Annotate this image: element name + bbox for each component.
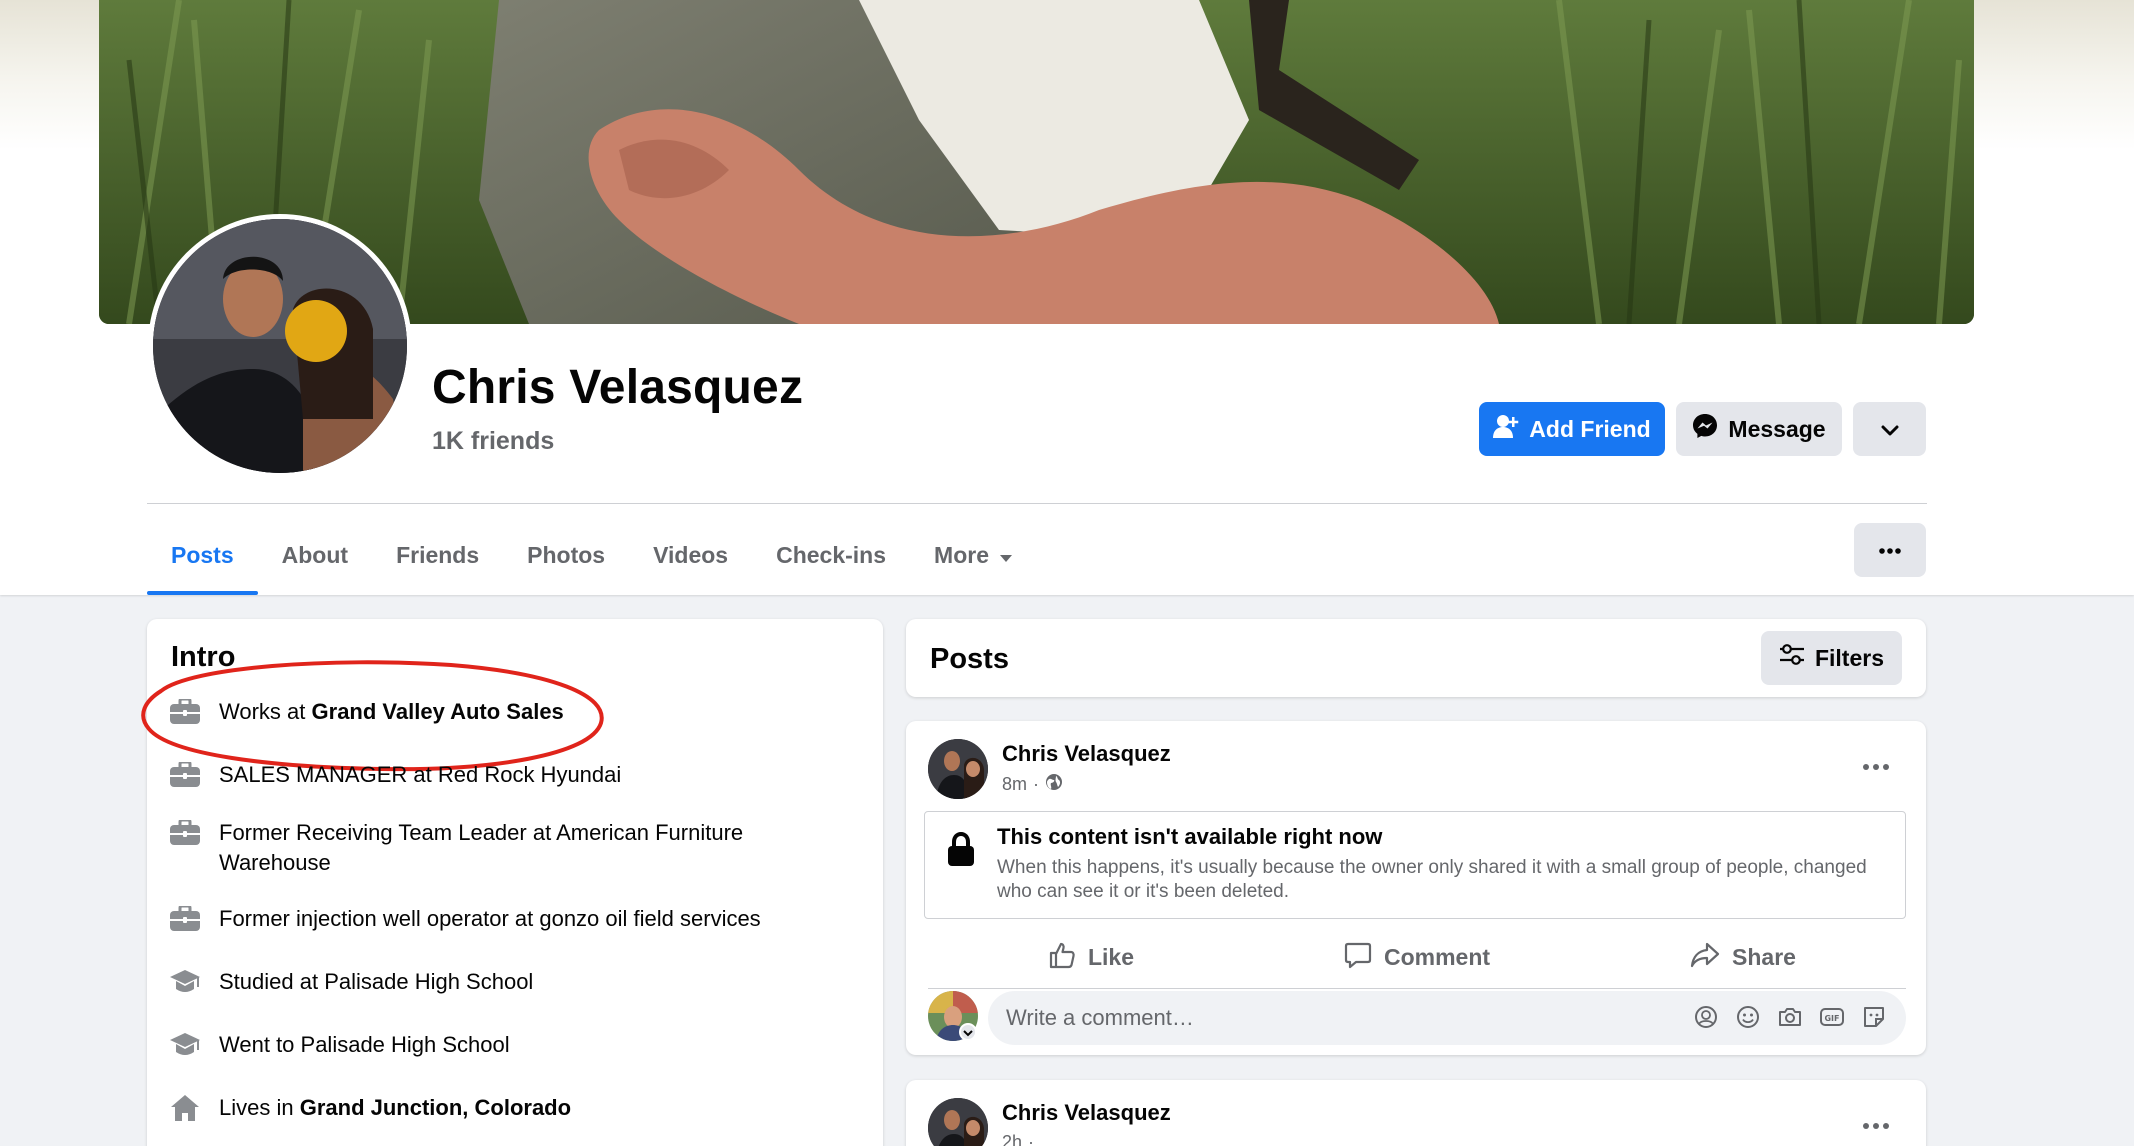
intro-item-education: Studied at Palisade High School <box>169 967 809 997</box>
tab-posts[interactable]: Posts <box>147 515 258 595</box>
ellipsis-icon <box>1863 1116 1889 1134</box>
filters-label: Filters <box>1814 644 1884 671</box>
posts-header-card: Posts Filters <box>906 619 1926 697</box>
briefcase-icon <box>169 904 201 934</box>
briefcase-icon <box>169 818 201 848</box>
highlight-circle <box>141 660 604 772</box>
intro-card: Intro Works at Grand Valley Auto Sales S… <box>141 619 883 1146</box>
tab-friends[interactable]: Friends <box>372 515 503 595</box>
emoji-icon[interactable] <box>1734 1003 1762 1031</box>
share-button[interactable]: Share <box>1580 927 1906 988</box>
tab-label: Friends <box>396 541 480 568</box>
post-card: Chris Velasquez 2h · <box>906 1080 1926 1146</box>
like-button[interactable]: Like <box>928 927 1254 988</box>
post-author-name[interactable]: Chris Velasquez <box>1002 1100 1171 1126</box>
message-label: Message <box>1728 415 1826 442</box>
comment-input[interactable]: Write a comment… GIF <box>988 991 1906 1045</box>
messenger-icon <box>1692 413 1718 445</box>
profile-avatar[interactable] <box>148 214 412 478</box>
unavailable-title: This content isn't available right now <box>997 824 1383 849</box>
sticker-icon[interactable] <box>1860 1003 1888 1031</box>
intro-item-location: Lives in Grand Junction, Colorado <box>169 1093 809 1123</box>
profile-tabs: Posts About Friends Photos Videos Check-… <box>147 515 1037 595</box>
intro-item-work: Former Receiving Team Leader at American… <box>169 818 809 878</box>
post-meta: 8m · <box>1002 773 1063 796</box>
intro-item-text: SALES MANAGER at Red Rock Hyundai <box>219 762 622 787</box>
intro-item-work: SALES MANAGER at Red Rock Hyundai <box>169 760 809 790</box>
gif-icon[interactable]: GIF <box>1818 1003 1846 1031</box>
message-button[interactable]: Message <box>1676 402 1842 456</box>
separator-dot: · <box>1028 1132 1035 1146</box>
header-divider <box>147 503 1927 504</box>
tab-label: About <box>281 541 349 568</box>
unavailable-body: When this happens, it's usually because … <box>997 857 1867 902</box>
like-label: Like <box>1087 944 1135 970</box>
add-friend-label: Add Friend <box>1529 415 1651 442</box>
comment-button[interactable]: Comment <box>1254 927 1580 988</box>
intro-item-education: Went to Palisade High School <box>169 1030 809 1060</box>
comment-tools: GIF <box>1692 1003 1888 1031</box>
unavailable-content: This content isn't available right now W… <box>924 811 1906 919</box>
post-card: Chris Velasquez 8m · This content isn't … <box>906 721 1926 1055</box>
ellipsis-icon <box>1863 757 1889 775</box>
ellipsis-icon <box>1879 541 1901 559</box>
tab-label: More <box>934 541 989 568</box>
tab-label: Videos <box>653 541 729 568</box>
tab-label: Posts <box>171 541 234 568</box>
thumbs-up-icon <box>1048 941 1076 975</box>
friends-count[interactable]: 1K friends <box>432 427 554 456</box>
add-friend-button[interactable]: Add Friend <box>1479 402 1665 456</box>
intro-item-text: Former Receiving Team Leader at American… <box>219 820 744 875</box>
tab-photos[interactable]: Photos <box>503 515 629 595</box>
caret-down-icon <box>999 542 1013 569</box>
tab-more[interactable]: More <box>910 515 1037 595</box>
briefcase-icon <box>169 760 201 790</box>
avatar-sticker-icon[interactable] <box>1692 1003 1720 1031</box>
posts-title: Posts <box>930 643 1009 675</box>
intro-item-text: Lives in Grand Junction, Colorado <box>219 1093 571 1123</box>
home-icon <box>169 1093 201 1123</box>
more-options-button[interactable] <box>1854 523 1926 577</box>
share-label: Share <box>1732 944 1796 970</box>
filters-icon <box>1779 644 1805 672</box>
post-actions: Like Comment Share <box>928 927 1906 989</box>
post-timestamp[interactable]: 8m <box>1002 774 1027 795</box>
tab-label: Check-ins <box>776 541 887 568</box>
face-blur-dot <box>285 300 347 362</box>
intro-item-text: Went to Palisade High School <box>219 1032 510 1057</box>
tab-videos[interactable]: Videos <box>629 515 752 595</box>
camera-icon[interactable] <box>1776 1003 1804 1031</box>
post-options-button[interactable] <box>1856 1110 1896 1140</box>
post-author-avatar[interactable] <box>928 739 988 799</box>
intro-item-work: Former injection well operator at gonzo … <box>169 904 809 934</box>
post-options-button[interactable] <box>1856 751 1896 781</box>
lock-icon <box>947 831 975 871</box>
profile-options-button[interactable] <box>1853 402 1926 456</box>
filters-button[interactable]: Filters <box>1760 631 1902 685</box>
tab-check-ins[interactable]: Check-ins <box>752 515 910 595</box>
graduation-cap-icon <box>169 967 201 997</box>
post-author-avatar[interactable] <box>928 1098 988 1146</box>
profile-name: Chris Velasquez <box>432 361 804 414</box>
intro-item-link[interactable]: Grand Junction, Colorado <box>300 1095 571 1120</box>
tab-about[interactable]: About <box>258 515 372 595</box>
comment-icon <box>1344 941 1372 975</box>
post-author-name[interactable]: Chris Velasquez <box>1002 741 1171 767</box>
comment-label: Comment <box>1383 944 1491 970</box>
separator-dot: · <box>1033 774 1040 794</box>
viewer-avatar[interactable] <box>928 991 978 1041</box>
share-icon <box>1690 941 1720 975</box>
intro-item-prefix: Lives in <box>219 1095 300 1120</box>
chevron-down-icon <box>1881 416 1899 443</box>
graduation-cap-icon <box>169 1030 201 1060</box>
intro-item-text: Studied at Palisade High School <box>219 969 534 994</box>
tab-label: Photos <box>527 541 606 568</box>
intro-item-text: Former injection well operator at gonzo … <box>219 906 761 931</box>
comment-placeholder: Write a comment… <box>1006 1005 1194 1030</box>
globe-icon <box>1045 773 1063 796</box>
post-timestamp[interactable]: 2h <box>1002 1132 1022 1146</box>
svg-text:GIF: GIF <box>1824 1014 1839 1023</box>
post-meta: 2h · <box>1002 1132 1034 1146</box>
add-person-icon <box>1493 414 1519 444</box>
